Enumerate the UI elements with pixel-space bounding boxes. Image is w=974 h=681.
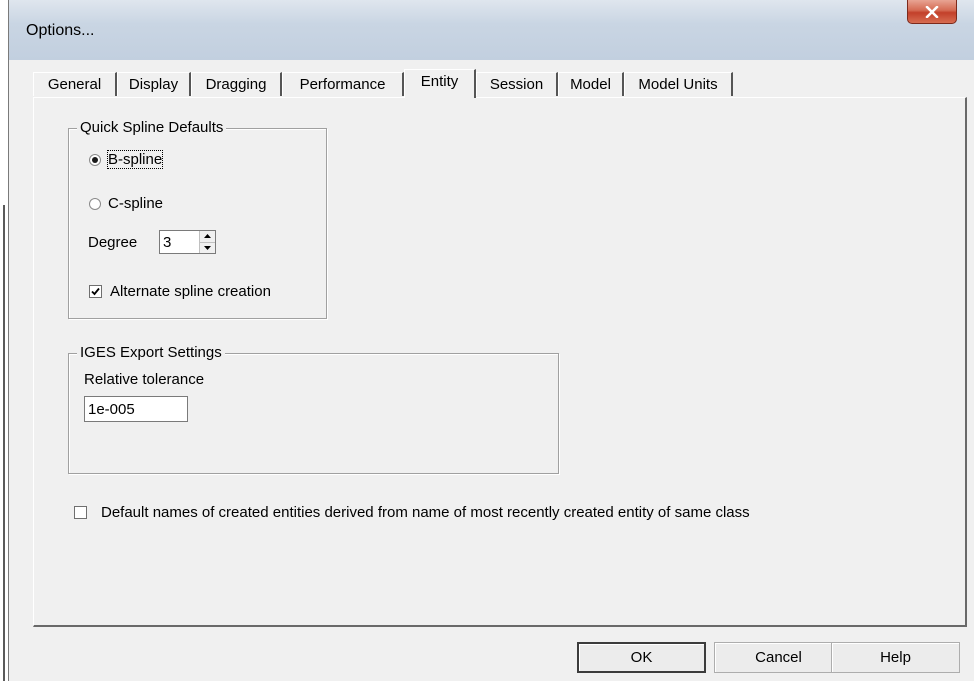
bspline-radio[interactable] bbox=[89, 153, 101, 166]
close-icon bbox=[925, 5, 939, 18]
dialog-title: Options... bbox=[26, 22, 95, 39]
title-bar[interactable]: Options... bbox=[9, 0, 974, 60]
tab-model-units[interactable]: Model Units bbox=[624, 72, 733, 96]
quick-spline-defaults-group: Quick Spline Defaults B-spline C-spline … bbox=[68, 119, 327, 319]
cspline-radio[interactable] bbox=[89, 197, 101, 210]
tab-performance[interactable]: Performance bbox=[282, 72, 404, 96]
cancel-button[interactable]: Cancel bbox=[714, 642, 843, 673]
tab-display[interactable]: Display bbox=[117, 72, 191, 96]
options-dialog: Options... General Display Dragging Perf… bbox=[8, 0, 974, 681]
arrow-up-icon bbox=[204, 234, 211, 239]
cspline-label: C-spline bbox=[108, 195, 164, 212]
help-button[interactable]: Help bbox=[831, 642, 960, 673]
degree-label: Degree bbox=[88, 234, 138, 251]
degree-down-button[interactable] bbox=[199, 242, 215, 253]
quick-spline-legend: Quick Spline Defaults bbox=[77, 119, 227, 136]
background-window-edge bbox=[0, 205, 8, 681]
tab-general[interactable]: General bbox=[33, 72, 117, 96]
tab-entity[interactable]: Entity bbox=[404, 69, 476, 98]
default-names-row[interactable]: Default names of created entities derive… bbox=[74, 504, 750, 521]
bspline-radio-row[interactable]: B-spline bbox=[89, 150, 164, 169]
degree-up-button[interactable] bbox=[199, 231, 215, 243]
ok-button[interactable]: OK bbox=[577, 642, 706, 673]
alternate-spline-label: Alternate spline creation bbox=[110, 283, 271, 300]
dialog-client-area: General Display Dragging Performance Ent… bbox=[17, 62, 967, 681]
degree-spin-buttons bbox=[199, 231, 215, 253]
bspline-label: B-spline bbox=[106, 150, 164, 169]
default-names-checkbox[interactable] bbox=[74, 506, 87, 519]
alternate-spline-checkbox[interactable] bbox=[89, 285, 102, 298]
tab-dragging[interactable]: Dragging bbox=[191, 72, 282, 96]
degree-input[interactable] bbox=[160, 231, 199, 253]
iges-export-group: IGES Export Settings Relative tolerance bbox=[68, 344, 559, 474]
relative-tolerance-input[interactable] bbox=[84, 396, 188, 422]
default-names-label: Default names of created entities derive… bbox=[101, 504, 750, 521]
tab-model[interactable]: Model bbox=[558, 72, 624, 96]
checkmark-icon bbox=[91, 287, 100, 296]
close-button[interactable] bbox=[907, 0, 957, 24]
cspline-radio-row[interactable]: C-spline bbox=[89, 195, 163, 212]
relative-tolerance-label: Relative tolerance bbox=[84, 371, 205, 388]
arrow-down-icon bbox=[204, 245, 211, 250]
iges-legend: IGES Export Settings bbox=[77, 344, 225, 361]
tab-session[interactable]: Session bbox=[476, 72, 558, 96]
degree-spinner[interactable] bbox=[159, 230, 216, 254]
alternate-spline-row[interactable]: Alternate spline creation bbox=[89, 283, 271, 300]
entity-tab-panel: Quick Spline Defaults B-spline C-spline … bbox=[33, 97, 967, 627]
